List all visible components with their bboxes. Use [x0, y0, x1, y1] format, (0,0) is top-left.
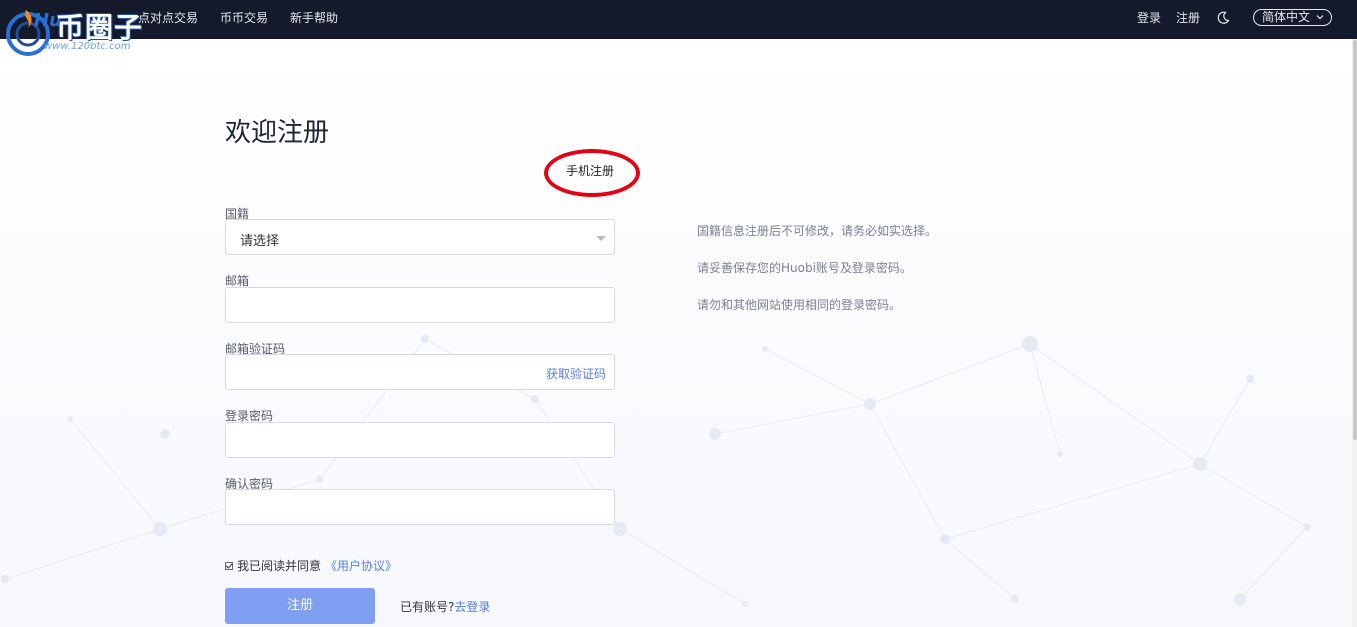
- password-field[interactable]: [226, 423, 614, 457]
- nav-item-help[interactable]: 新手帮助: [290, 0, 338, 36]
- email-field-box: [225, 287, 615, 323]
- login-link[interactable]: 登录: [1137, 0, 1161, 36]
- has-account-row: 已有账号?去登录: [400, 598, 490, 615]
- password-field-box: [225, 422, 615, 458]
- nationality-select-value: 请选择: [240, 234, 280, 249]
- moon-icon[interactable]: [1216, 11, 1230, 25]
- caret-down-icon: [596, 236, 606, 241]
- email-code-field-box: 获取验证码: [225, 354, 615, 390]
- tip-nationality: 国籍信息注册后不可修改，请务必如实选择。: [697, 224, 938, 238]
- get-code-button[interactable]: 获取验证码: [546, 365, 606, 382]
- email-field[interactable]: [226, 288, 614, 322]
- site-logo[interactable]: Hu 币圈子 www.120btc.com: [4, 2, 154, 56]
- logo-url-text: www.120btc.com: [44, 41, 131, 52]
- register-button[interactable]: 注册: [225, 588, 375, 624]
- agree-checkbox[interactable]: [225, 561, 233, 570]
- language-select[interactable]: 简体中文: [1253, 9, 1332, 26]
- page-title: 欢迎注册: [225, 118, 330, 148]
- confirm-password-field[interactable]: [226, 490, 614, 524]
- agree-text: 我已阅读并同意: [237, 559, 322, 573]
- user-agreement-link[interactable]: 《用户协议》: [325, 559, 397, 573]
- register-link[interactable]: 注册: [1176, 0, 1200, 36]
- tip-unique-password: 请勿和其他网站使用相同的登录密码。: [697, 298, 902, 312]
- agreement-row: 我已阅读并同意 《用户协议》: [225, 557, 397, 574]
- nationality-select[interactable]: 请选择: [225, 219, 615, 255]
- confirm-password-field-box: [225, 489, 615, 525]
- highlight-circle-annotation: [544, 149, 640, 197]
- go-login-link[interactable]: 去登录: [454, 600, 490, 614]
- page-scrollbar-thumb[interactable]: [1353, 40, 1357, 440]
- tip-save-account: 请妥善保存您的Huobi账号及登录密码。: [697, 261, 912, 275]
- chevron-down-icon: [1316, 15, 1324, 20]
- has-account-text: 已有账号?: [400, 600, 455, 614]
- background-network-pattern: [0, 39, 1352, 627]
- nav-item-coin-trade[interactable]: 币币交易: [220, 0, 268, 36]
- logo-text: 币圈子: [56, 11, 144, 44]
- language-select-value: 简体中文: [1262, 10, 1311, 24]
